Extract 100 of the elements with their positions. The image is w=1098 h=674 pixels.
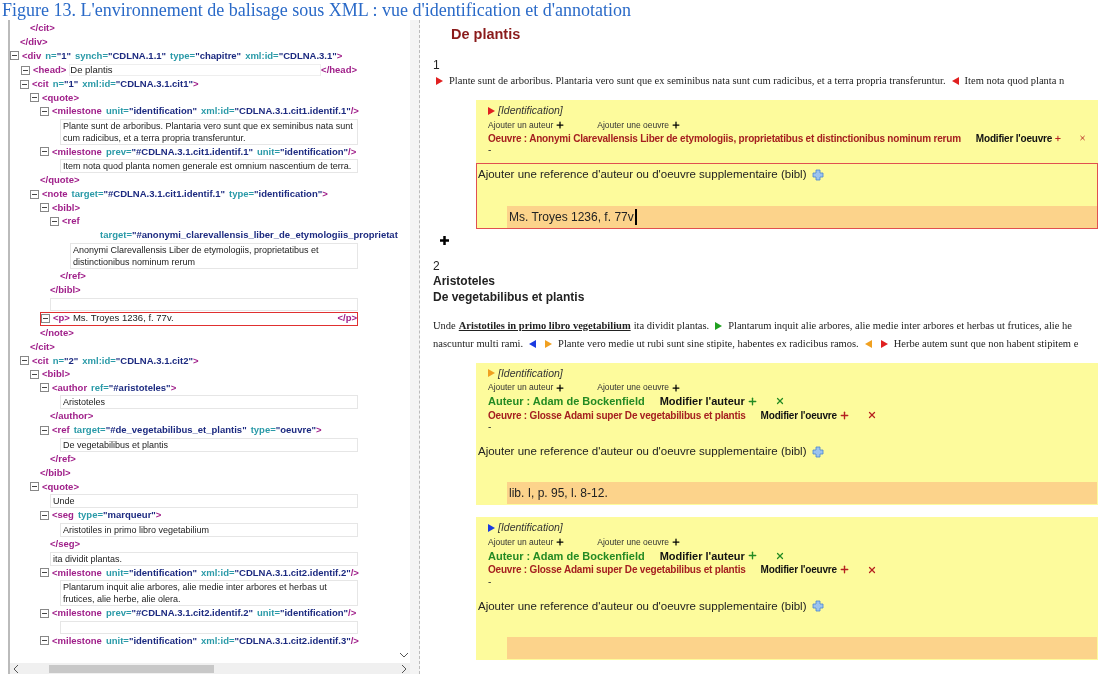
inline-element-row[interactable]: <head> De plantis </head> — [20, 63, 358, 77]
figure-caption: Figure 13. L'environnement de balisage sous XML : vue d'identification et d'annotation — [1, 0, 632, 20]
passage-text: nascuntur multi rami. — [433, 336, 524, 351]
element-text[interactable]: Aristoteles — [60, 395, 358, 409]
collapse-icon[interactable] — [50, 216, 59, 226]
collapse-icon[interactable] — [40, 608, 49, 618]
xml-attribute: n= — [52, 353, 64, 368]
xml-value: "identification" — [128, 104, 197, 119]
element-text[interactable]: Aristotiles in primo libro vegetabilium — [60, 522, 358, 537]
collapse-icon[interactable] — [21, 65, 30, 75]
delete-icon[interactable] — [866, 410, 877, 420]
xml-attribute: n= — [45, 48, 57, 63]
plus-icon[interactable] — [671, 382, 682, 393]
element-text[interactable]: Anonymi Clarevallensis Liber de etymologiis, proprietatibus et distinctionibus nominum rerum — [70, 242, 358, 269]
add-author-button[interactable]: Ajouter un auteur — [488, 381, 554, 394]
element-text[interactable]: Plante sunt de arboribus. Plantaria vero sunt que ex seminibus nata sunt cum radicibus, et a terra propria transferuntur. — [60, 118, 358, 145]
delete-icon[interactable] — [774, 550, 785, 561]
xml-value: "CDLNA.3.1.cit2.identif.2" — [234, 565, 351, 580]
collapse-icon[interactable] — [40, 636, 49, 646]
xml-value: "#de_vegetabilibus_et_plantis" — [105, 423, 247, 438]
annotation-label[interactable]: [Identification] — [498, 365, 563, 382]
xml-tag: > — [315, 423, 322, 438]
plus-icon[interactable] — [838, 564, 850, 576]
xml-value: "identification" — [128, 565, 197, 580]
add-author-button[interactable]: Ajouter un auteur — [488, 536, 554, 549]
collapse-icon[interactable] — [30, 482, 39, 492]
element-text[interactable]: Plantarum inquit alie arbores, alie medie inter arbores et herbas ut frutices, alie herbe, alie olera. — [60, 580, 358, 606]
right-triangle-icon[interactable] — [488, 106, 495, 115]
passage-text: Plante sunt de arboribus. Plantaria vero sunt que ex seminibus nata sunt cum radicibus, et a terra propria transferuntur. — [449, 73, 946, 88]
inline-element-row[interactable]: <p> Ms. Troyes 1236, f. 77v. </p> — [40, 311, 358, 326]
element-text[interactable]: ita dividit plantas. — [50, 551, 358, 566]
scrollbar-thumb[interactable] — [49, 664, 214, 673]
reference-field[interactable] — [507, 637, 1097, 659]
add-reference-label[interactable]: Ajouter une reference d'auteur ou d'oeuvre supplementaire (bibl) — [478, 166, 807, 184]
element-text[interactable]: De vegetabilibus et plantis — [60, 437, 358, 452]
collapse-icon[interactable] — [30, 189, 39, 199]
plus-icon[interactable] — [838, 409, 850, 421]
add-reference-label[interactable]: Ajouter une reference d'auteur ou d'oeuvre supplementaire (bibl) — [478, 597, 807, 615]
author-value: Auteur : Adam de Bockenfield — [488, 393, 645, 409]
plus-icon[interactable] — [555, 537, 566, 548]
scroll-left-icon[interactable] — [13, 664, 19, 673]
element-text[interactable]: Ms. Troyes 1236, f. 77v. — [72, 312, 338, 325]
element-text[interactable]: De plantis — [69, 64, 322, 76]
passage-text: Herbe autem sunt que non habent stipitem e — [893, 336, 1079, 351]
xml-tag: /> — [350, 565, 359, 580]
delete-icon[interactable] — [866, 564, 877, 575]
edit-work-button[interactable]: Modifier l'oeuvre — [760, 407, 837, 423]
xml-tag: </ref> — [60, 268, 86, 284]
empty-text-field[interactable] — [50, 297, 358, 311]
reference-field[interactable]: lib. I, p. 95, l. 8-12. — [507, 482, 1097, 505]
xml-attribute: synch= — [74, 48, 108, 63]
add-reference-label[interactable]: Ajouter une reference d'auteur ou d'oeuvre supplementaire (bibl) — [478, 443, 807, 461]
edit-work-button[interactable]: Modifier l'oeuvre — [760, 562, 837, 578]
edit-work-button[interactable]: Modifier l'oeuvre — [975, 130, 1053, 146]
xml-tag: <head> — [33, 62, 67, 78]
plus-icon[interactable] — [555, 382, 566, 393]
edit-author-button[interactable]: Modifier l'auteur — [659, 547, 745, 564]
annotation-label[interactable]: [Identification] — [498, 520, 563, 536]
right-triangle-icon[interactable] — [488, 524, 495, 533]
xml-tag: </quote> — [40, 173, 80, 188]
collapse-icon[interactable] — [10, 51, 19, 61]
add-annotation-button[interactable] — [439, 234, 451, 247]
collapse-icon[interactable] — [40, 203, 49, 213]
element-text[interactable]: Unde — [50, 494, 358, 508]
collapse-icon[interactable] — [40, 568, 49, 578]
collapse-icon[interactable] — [20, 79, 29, 89]
plus-icon[interactable] — [555, 119, 566, 130]
reference-field[interactable]: Ms. Troyes 1236, f. 77v — [507, 205, 1097, 228]
annotation-label[interactable]: [Identification] — [498, 102, 563, 119]
element-text[interactable]: Item nota quod planta nomen generale est omnium nascentium de terra. — [60, 159, 358, 173]
add-work-button[interactable]: Ajouter une oeuvre — [597, 536, 670, 549]
empty-text-field[interactable] — [60, 620, 358, 634]
plus-icon[interactable] — [671, 119, 682, 130]
plus-icon[interactable] — [671, 537, 682, 548]
work-value: Oeuvre : Glosse Adami super De vegetabilibus et plantis — [488, 408, 746, 423]
text-caret — [634, 208, 637, 225]
collapse-icon[interactable] — [41, 314, 50, 323]
work-value: Oeuvre : Glosse Adami super De vegetabilibus et plantis — [488, 563, 746, 578]
add-work-button[interactable]: Ajouter une oeuvre — [597, 381, 670, 394]
collapse-icon[interactable] — [30, 369, 39, 379]
edit-author-button[interactable]: Modifier l'auteur — [659, 392, 745, 410]
collapse-icon[interactable] — [40, 425, 49, 435]
collapse-icon[interactable] — [40, 383, 49, 393]
collapse-icon[interactable] — [30, 93, 39, 103]
collapse-icon[interactable] — [20, 356, 29, 366]
passage-text: Plantarum inquit alie arbores, alie medie inter arbores et herbas ut frutices, alie he — [728, 318, 1072, 333]
xml-value: "#CDLNA.3.1.cit2.identif.2" — [131, 606, 253, 621]
xml-tag: <quote> — [42, 479, 79, 494]
scroll-down-icon[interactable] — [400, 652, 408, 658]
xml-tag: /> — [350, 633, 359, 648]
xml-value: "CDLNA.3.1.cit2" — [115, 353, 193, 368]
collapse-icon[interactable] — [40, 106, 49, 116]
add-work-button[interactable]: Ajouter une oeuvre — [597, 118, 670, 132]
add-author-button[interactable]: Ajouter un auteur — [488, 118, 554, 132]
collapse-icon[interactable] — [40, 510, 49, 520]
delete-icon[interactable] — [774, 396, 785, 406]
horizontal-scrollbar[interactable] — [10, 663, 410, 674]
xml-tag: <author — [52, 380, 88, 395]
scroll-right-icon[interactable] — [401, 664, 407, 673]
collapse-icon[interactable] — [40, 147, 49, 157]
